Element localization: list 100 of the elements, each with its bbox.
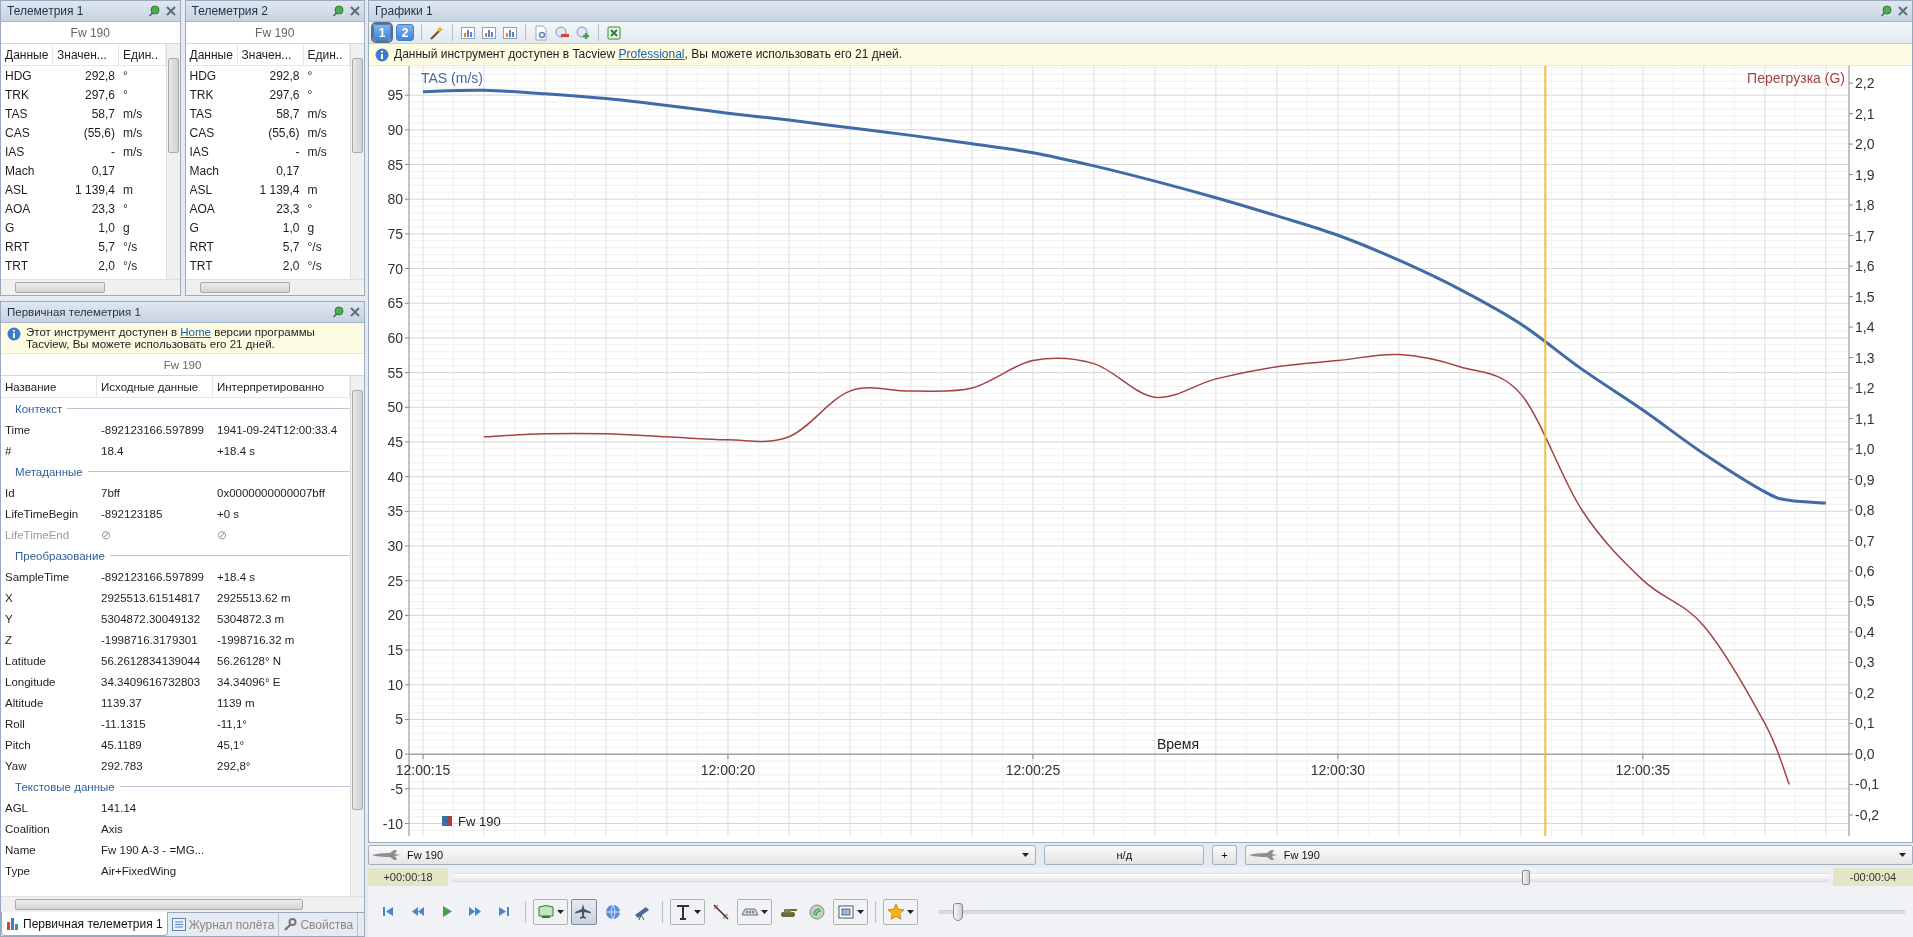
- raw-value: 1139.37: [100, 696, 143, 709]
- vertical-scrollbar[interactable]: [350, 44, 364, 279]
- axis-tick-label: 1,6: [1855, 258, 1875, 275]
- horizontal-scrollbar[interactable]: [1, 279, 180, 295]
- parameter-value: 5,7: [97, 239, 116, 254]
- property-name: Longitude: [4, 675, 57, 688]
- close-icon[interactable]: [350, 6, 360, 16]
- interpreted-value: 34.34096° E: [216, 675, 282, 688]
- pin-icon[interactable]: [147, 5, 160, 17]
- pin-icon[interactable]: [1880, 5, 1892, 17]
- property-name: Id: [4, 486, 16, 499]
- parameter-value: 1 139,4: [258, 182, 301, 197]
- close-icon[interactable]: [1898, 6, 1908, 16]
- axis-tick-label: 2,1: [1855, 105, 1875, 122]
- legend-label: Fw 190: [458, 814, 501, 829]
- page-zoom-icon[interactable]: [533, 24, 549, 41]
- upgrade-link[interactable]: Professional: [618, 47, 685, 61]
- comparison-button[interactable]: н/д: [1044, 845, 1205, 865]
- raw-value: 5304872.30049132: [100, 612, 202, 625]
- caret-icon: [557, 910, 564, 914]
- chart-icon[interactable]: [460, 24, 476, 41]
- upgrade-link[interactable]: Home: [180, 326, 211, 338]
- bar-chart-icon: [6, 917, 20, 930]
- pin-icon[interactable]: [332, 5, 344, 17]
- axis-tick-label: 1,4: [1855, 319, 1875, 336]
- add-button[interactable]: +: [1212, 845, 1237, 865]
- tab[interactable]: Первичная телеметрия 1: [1, 912, 168, 936]
- column-header[interactable]: Значен...: [53, 44, 119, 66]
- parameter-name: ASL: [188, 182, 214, 197]
- property-name: Name: [4, 843, 37, 856]
- magic-wand-icon[interactable]: [429, 24, 445, 41]
- axis-tick-label: 45: [387, 434, 403, 450]
- vertical-scrollbar[interactable]: [350, 376, 364, 896]
- close-icon[interactable]: [165, 6, 176, 16]
- property-name: Time: [4, 423, 32, 436]
- parameter-name: TRT: [188, 258, 214, 273]
- chart-icon[interactable]: [481, 24, 497, 41]
- parameter-value: 58,7: [275, 106, 301, 121]
- raw-value: 34.3409616732803: [100, 675, 202, 688]
- axis-tick-label: 30: [387, 538, 403, 555]
- vertical-scrollbar[interactable]: [165, 44, 180, 279]
- parameter-value: 0,17: [275, 163, 301, 178]
- parameter-name: AOA: [4, 201, 32, 216]
- slider-thumb[interactable]: [953, 903, 964, 921]
- axis-tick-label: 20: [387, 607, 403, 624]
- raw-value: 292.783: [100, 759, 144, 772]
- parameter-name: RRT: [188, 239, 215, 254]
- interpreted-value: 0x0000000000007bff: [216, 486, 326, 499]
- slider-thumb[interactable]: [1522, 869, 1531, 885]
- unit-label: °/s: [122, 258, 139, 273]
- jet-button[interactable]: [571, 899, 597, 925]
- pin-icon[interactable]: [332, 306, 344, 318]
- property-name: Z: [4, 633, 14, 646]
- horizontal-scrollbar[interactable]: [1, 896, 364, 912]
- panel-title: Первичная телеметрия 1: [7, 306, 142, 318]
- star-button[interactable]: [883, 899, 918, 925]
- zoom-in-icon[interactable]: [575, 24, 591, 41]
- globe-icon: [604, 903, 622, 921]
- parameter-value: 2,0: [97, 258, 116, 273]
- column-header[interactable]: Значен...: [237, 44, 304, 66]
- chart-icon[interactable]: [502, 24, 518, 41]
- zoom-out-icon[interactable]: [554, 24, 570, 41]
- column-header[interactable]: Данные: [185, 44, 238, 66]
- raw-value: Air+FixedWing: [100, 864, 178, 877]
- parameter-value: (55,6): [82, 125, 116, 140]
- column-header[interactable]: Един..: [119, 44, 166, 66]
- axis-tick-label: 1,0: [1855, 441, 1875, 457]
- aircraft-select[interactable]: Fw 190: [1244, 845, 1913, 865]
- interpreted-value: +18.4 s: [216, 570, 257, 583]
- close-icon[interactable]: [350, 307, 360, 317]
- time-slider[interactable]: [452, 868, 1829, 886]
- unit-label: °/s: [306, 258, 323, 273]
- column-header[interactable]: Данные: [1, 44, 53, 66]
- unit-label: m/s: [122, 125, 144, 140]
- parameter-name: ASL: [4, 182, 29, 197]
- spreadsheet-icon[interactable]: [606, 24, 622, 41]
- group-header: Текстовые данные: [15, 780, 115, 793]
- axis-tick-label: 75: [387, 225, 403, 242]
- horizontal-scrollbar[interactable]: [185, 279, 364, 295]
- aircraft-select[interactable]: Fw 190: [368, 845, 1037, 865]
- parameter-name: CAS: [4, 125, 31, 140]
- column-header[interactable]: Исходные данные: [97, 376, 213, 398]
- remaining-time: -00:00:04: [1833, 868, 1913, 886]
- raw-value: 141.14: [100, 801, 138, 814]
- raw-value: -11.1315: [100, 717, 147, 730]
- unit-label: m: [306, 182, 319, 197]
- monitor-button[interactable]: [533, 899, 568, 925]
- aircraft-icon: [371, 849, 401, 861]
- caret-icon: [907, 910, 914, 914]
- frame-button[interactable]: [833, 899, 868, 925]
- parameter-name: HDG: [188, 68, 218, 83]
- raw-value: -1998716.3179301: [100, 633, 199, 646]
- frame-icon: [837, 903, 855, 921]
- axis-tick-label: 90: [387, 121, 403, 138]
- column-header[interactable]: Название: [1, 376, 97, 398]
- parameter-name: HDG: [4, 68, 33, 83]
- parameter-name: G: [188, 220, 200, 235]
- legend-swatch: [442, 816, 452, 826]
- axis-tick-label: 0,1: [1855, 715, 1875, 732]
- axis-tick-label: 0,4: [1855, 624, 1875, 640]
